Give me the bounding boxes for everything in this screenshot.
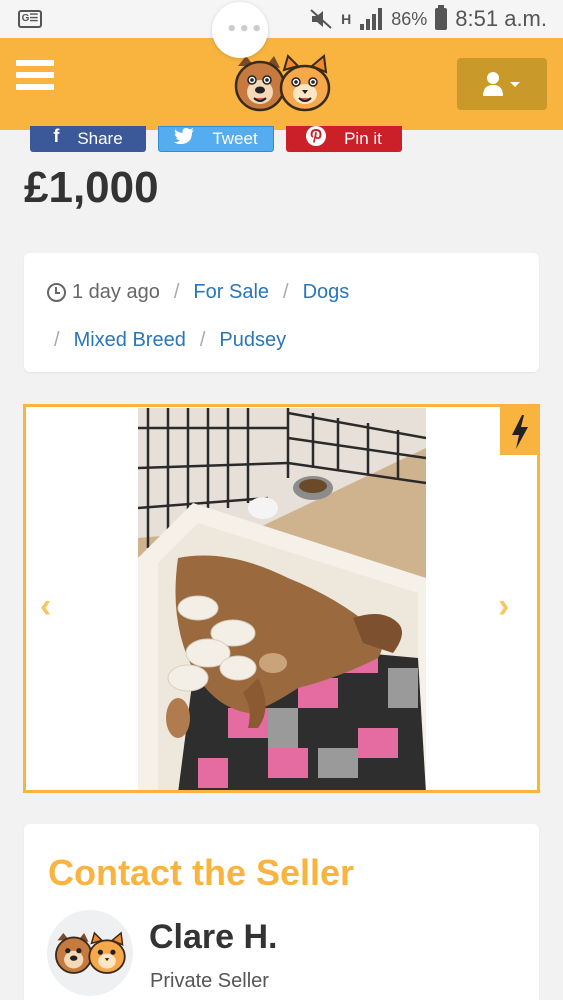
pinterest-pin-label: Pin it — [344, 129, 382, 148]
gallery-prev-arrow[interactable]: ‹ — [40, 587, 51, 626]
facebook-icon: f — [53, 126, 60, 146]
breadcrumb-separator: / — [54, 329, 60, 351]
breadcrumb-pudsey[interactable]: Pudsey — [219, 329, 286, 352]
battery-icon — [435, 5, 448, 30]
breadcrumb-mixed-breed[interactable]: Mixed Breed — [74, 329, 186, 352]
user-menu-button[interactable] — [457, 58, 547, 110]
listing-photo[interactable] — [138, 408, 426, 793]
status-icons: H 86% 8:51 a.m. — [309, 5, 547, 32]
caret-down-icon — [510, 82, 520, 87]
status-bar: G☰ ••• H 86% 8:51 a.m. — [0, 0, 563, 58]
breadcrumb-for-sale[interactable]: For Sale — [193, 281, 269, 304]
mute-icon — [310, 9, 332, 29]
featured-badge — [500, 407, 537, 455]
dog-cat-logo-icon[interactable] — [232, 52, 332, 114]
user-icon — [483, 72, 503, 96]
site-header — [0, 38, 563, 130]
hamburger-menu-icon[interactable] — [16, 60, 54, 96]
gallery-next-arrow[interactable]: › — [498, 587, 509, 626]
facebook-share-label: Share — [77, 129, 123, 148]
breadcrumb-separator: / — [283, 281, 289, 303]
seller-name[interactable]: Clare H. — [149, 918, 278, 957]
seller-type: Private Seller — [150, 970, 269, 992]
network-h-icon: H — [341, 11, 352, 27]
clock-icon — [47, 283, 66, 302]
photo-gallery: ‹ › — [23, 404, 540, 793]
meta-line-2: / Mixed Breed / Pudsey — [54, 329, 286, 352]
gallery-badge-icon: G☰ — [18, 10, 42, 28]
breadcrumb-separator: / — [199, 329, 206, 351]
twitter-tweet-button[interactable]: Tweet — [158, 126, 274, 152]
twitter-bird-icon — [174, 128, 195, 144]
posted-time: 1 day ago — [72, 281, 160, 303]
pinterest-icon — [306, 126, 327, 146]
listing-price: £1,000 — [24, 163, 159, 212]
more-dots-icon: ••• — [226, 19, 264, 40]
signal-icon — [360, 8, 383, 30]
meta-line-1: 1 day ago / For Sale / Dogs — [47, 281, 349, 304]
facebook-share-button[interactable]: f Share — [30, 126, 146, 152]
breadcrumb-separator: / — [173, 281, 180, 303]
breadcrumb-dogs[interactable]: Dogs — [303, 281, 350, 304]
contact-seller-card: Contact the Seller Clare H. Private Sell — [24, 824, 539, 1000]
contact-title: Contact the Seller — [48, 852, 355, 893]
overlay-bubble[interactable]: ••• — [212, 2, 268, 58]
avatar — [47, 910, 133, 996]
twitter-tweet-label: Tweet — [212, 129, 258, 148]
lightning-bolt-icon — [512, 415, 528, 449]
dog-cat-avatar-icon — [55, 931, 126, 974]
clock-time: 8:51 a.m. — [455, 6, 547, 31]
pinterest-pin-button[interactable]: Pin it — [286, 126, 402, 152]
battery-percent: 86% — [391, 8, 428, 29]
share-buttons: f Share Tweet Pin it — [30, 126, 402, 152]
listing-meta-card: 1 day ago / For Sale / Dogs / Mixed Bree… — [24, 253, 539, 372]
